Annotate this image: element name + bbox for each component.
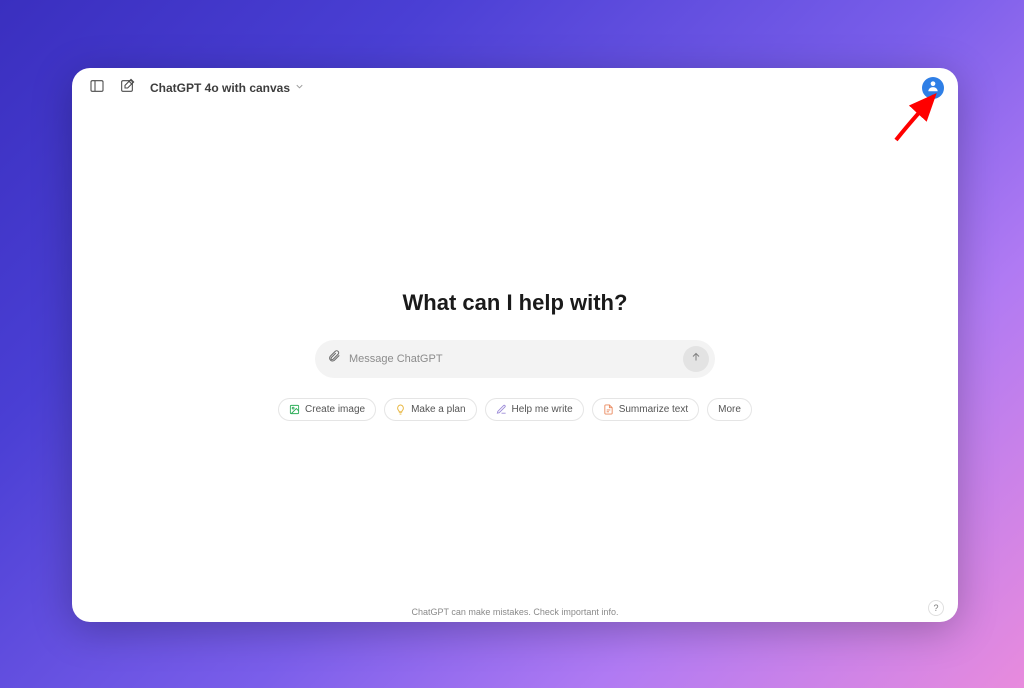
chip-summarize[interactable]: Summarize text	[592, 398, 699, 421]
image-icon	[289, 404, 300, 415]
document-icon	[603, 404, 614, 415]
lightbulb-icon	[395, 404, 406, 415]
chip-create-image[interactable]: Create image	[278, 398, 376, 421]
chip-label: More	[718, 404, 741, 415]
pencil-icon	[496, 404, 507, 415]
page-headline: What can I help with?	[403, 290, 628, 316]
paperclip-icon	[327, 349, 341, 368]
chip-label: Summarize text	[619, 404, 688, 415]
chip-help-write[interactable]: Help me write	[485, 398, 584, 421]
chevron-down-icon	[294, 81, 305, 95]
footer: ChatGPT can make mistakes. Check importa…	[72, 602, 958, 622]
main-area: What can I help with? Create image	[72, 108, 958, 602]
chip-label: Help me write	[512, 404, 573, 415]
chip-label: Make a plan	[411, 404, 465, 415]
sidebar-toggle-button[interactable]	[86, 77, 108, 99]
sidebar-toggle-icon	[89, 78, 105, 99]
help-button[interactable]: ?	[928, 600, 944, 616]
app-header: ChatGPT 4o with canvas	[72, 68, 958, 108]
suggestion-chips: Create image Make a plan Help me write S…	[278, 398, 752, 421]
user-avatar-button[interactable]	[922, 77, 944, 99]
chip-more[interactable]: More	[707, 398, 752, 421]
app-window: ChatGPT 4o with canvas What can I help w…	[72, 68, 958, 622]
model-picker-label: ChatGPT 4o with canvas	[150, 81, 290, 95]
attach-button[interactable]	[327, 349, 341, 368]
new-chat-button[interactable]	[116, 77, 138, 99]
chat-input[interactable]	[349, 353, 675, 365]
help-label: ?	[933, 603, 938, 613]
chip-label: Create image	[305, 404, 365, 415]
send-button[interactable]	[683, 346, 709, 372]
chat-input-bar[interactable]	[315, 340, 715, 378]
new-chat-icon	[119, 78, 135, 99]
disclaimer-text: ChatGPT can make mistakes. Check importa…	[412, 607, 619, 617]
model-picker[interactable]: ChatGPT 4o with canvas	[146, 79, 309, 97]
arrow-up-icon	[690, 350, 702, 368]
chip-make-plan[interactable]: Make a plan	[384, 398, 476, 421]
user-avatar-icon	[926, 79, 940, 98]
